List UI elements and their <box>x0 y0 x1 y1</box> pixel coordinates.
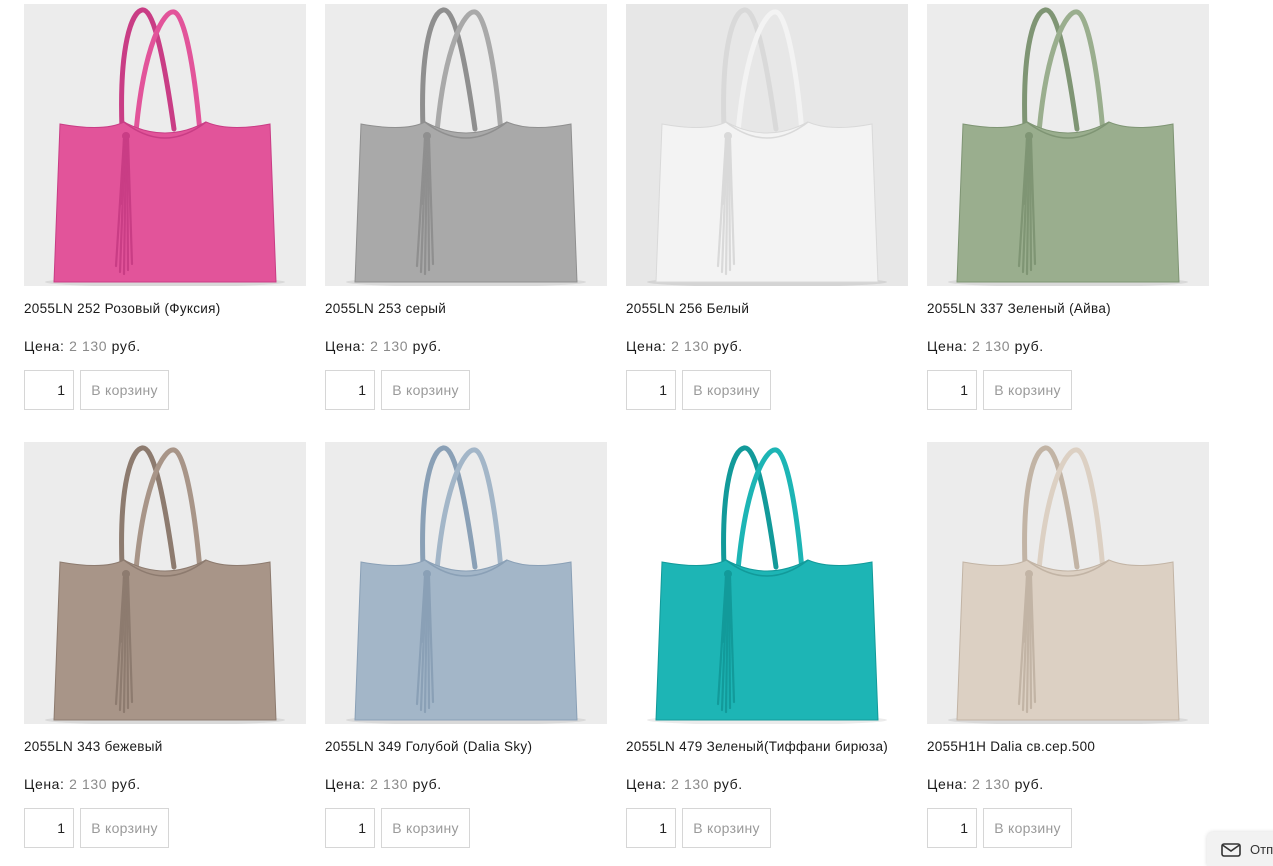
quantity-input[interactable]: 1 <box>626 808 676 848</box>
feedback-widget[interactable]: Отп <box>1207 832 1273 866</box>
price-label: Цена: <box>927 338 968 354</box>
product-price: Цена: 2 130 руб. <box>325 338 442 354</box>
price-amount: 2 130 <box>671 776 710 792</box>
price-amount: 2 130 <box>69 338 108 354</box>
quantity-value: 1 <box>358 820 366 836</box>
quantity-value: 1 <box>57 820 65 836</box>
product-image[interactable] <box>927 442 1209 724</box>
product-image[interactable] <box>626 442 908 724</box>
product-price: Цена: 2 130 руб. <box>24 776 141 792</box>
quantity-input[interactable]: 1 <box>24 370 74 410</box>
product-image[interactable] <box>24 442 306 724</box>
add-to-cart-button[interactable]: В корзину <box>983 370 1072 410</box>
price-label: Цена: <box>626 338 667 354</box>
product-image[interactable] <box>325 4 607 286</box>
price-amount: 2 130 <box>972 776 1011 792</box>
add-to-cart-button[interactable]: В корзину <box>381 370 470 410</box>
quantity-value: 1 <box>659 820 667 836</box>
product-card: 2055LN 253 серый Цена: 2 130 руб. 1 В корзи… <box>325 4 607 424</box>
price-label: Цена: <box>24 776 65 792</box>
quantity-value: 1 <box>57 382 65 398</box>
product-price: Цена: 2 130 руб. <box>325 776 442 792</box>
product-card: 2055LN 479 Зеленый(Тиффани бирюза) Цена: … <box>626 442 908 862</box>
quantity-input[interactable]: 1 <box>325 370 375 410</box>
add-to-cart-button[interactable]: В корзину <box>682 808 771 848</box>
price-currency: руб. <box>111 338 141 354</box>
add-to-cart-button[interactable]: В корзину <box>80 808 169 848</box>
product-card: 2055LN 252 Розовый (Фуксия) Цена: 2 130 р… <box>24 4 306 424</box>
quantity-value: 1 <box>960 382 968 398</box>
price-amount: 2 130 <box>972 338 1011 354</box>
quantity-input[interactable]: 1 <box>24 808 74 848</box>
product-title[interactable]: 2055LN 343 бежевый <box>24 738 306 755</box>
add-to-cart-button[interactable]: В корзину <box>682 370 771 410</box>
product-card: 2055LN 343 бежевый Цена: 2 130 руб. 1 В кор… <box>24 442 306 862</box>
product-image[interactable] <box>24 4 306 286</box>
product-title[interactable]: 2055LN 253 серый <box>325 300 607 317</box>
price-label: Цена: <box>325 338 366 354</box>
product-card: 2055H1H Dalia св.сер.500 Цена: 2 130 руб.… <box>927 442 1209 862</box>
product-title[interactable]: 2055LN 256 Белый <box>626 300 908 317</box>
price-currency: руб. <box>412 776 442 792</box>
add-to-cart-button[interactable]: В корзину <box>80 370 169 410</box>
product-card: 2055LN 337 Зеленый (Айва) Цена: 2 130 руб… <box>927 4 1209 424</box>
product-price: Цена: 2 130 руб. <box>24 338 141 354</box>
product-title[interactable]: 2055LN 252 Розовый (Фуксия) <box>24 300 306 317</box>
product-card: 2055LN 349 Голубой (Dalia Sky) Цена: 2 13… <box>325 442 607 862</box>
quantity-value: 1 <box>659 382 667 398</box>
quantity-input[interactable]: 1 <box>927 808 977 848</box>
quantity-input[interactable]: 1 <box>626 370 676 410</box>
price-currency: руб. <box>713 338 743 354</box>
feedback-label: Отп <box>1250 842 1273 857</box>
product-price: Цена: 2 130 руб. <box>626 776 743 792</box>
product-price: Цена: 2 130 руб. <box>626 338 743 354</box>
envelope-icon <box>1221 843 1241 862</box>
add-to-cart-button[interactable]: В корзину <box>381 808 470 848</box>
price-label: Цена: <box>927 776 968 792</box>
product-title[interactable]: 2055LN 349 Голубой (Dalia Sky) <box>325 738 607 755</box>
product-price: Цена: 2 130 руб. <box>927 776 1044 792</box>
price-label: Цена: <box>24 338 65 354</box>
quantity-value: 1 <box>358 382 366 398</box>
price-amount: 2 130 <box>671 338 710 354</box>
price-amount: 2 130 <box>370 338 409 354</box>
product-card: 2055LN 256 Белый Цена: 2 130 руб. 1 В корзи… <box>626 4 908 424</box>
quantity-input[interactable]: 1 <box>927 370 977 410</box>
price-currency: руб. <box>111 776 141 792</box>
product-title[interactable]: 2055H1H Dalia св.сер.500 <box>927 738 1209 755</box>
product-title[interactable]: 2055LN 479 Зеленый(Тиффани бирюза) <box>626 738 908 755</box>
add-to-cart-button[interactable]: В корзину <box>983 808 1072 848</box>
price-currency: руб. <box>412 338 442 354</box>
price-currency: руб. <box>1014 338 1044 354</box>
price-amount: 2 130 <box>370 776 409 792</box>
price-amount: 2 130 <box>69 776 108 792</box>
product-title[interactable]: 2055LN 337 Зеленый (Айва) <box>927 300 1209 317</box>
price-label: Цена: <box>626 776 667 792</box>
price-currency: руб. <box>713 776 743 792</box>
price-label: Цена: <box>325 776 366 792</box>
quantity-value: 1 <box>960 820 968 836</box>
product-price: Цена: 2 130 руб. <box>927 338 1044 354</box>
product-image[interactable] <box>927 4 1209 286</box>
quantity-input[interactable]: 1 <box>325 808 375 848</box>
product-image[interactable] <box>626 4 908 286</box>
product-image[interactable] <box>325 442 607 724</box>
price-currency: руб. <box>1014 776 1044 792</box>
